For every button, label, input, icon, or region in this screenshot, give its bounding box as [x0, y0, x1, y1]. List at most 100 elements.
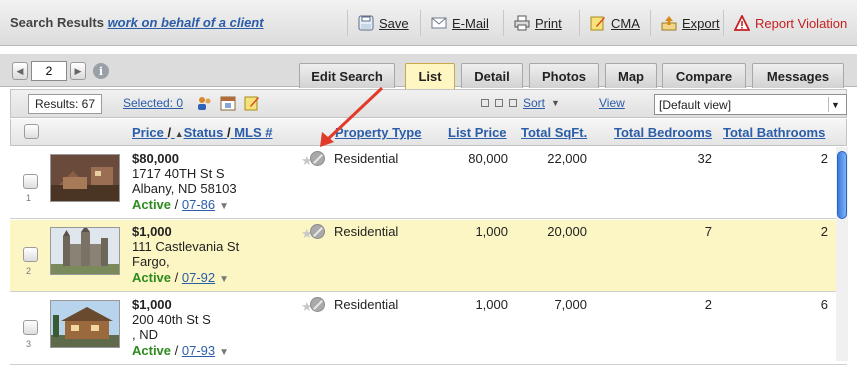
nav-strip: ◀ ▶ i Edit Search List Detail Photos Map… [0, 54, 857, 89]
title-link[interactable]: work on behalf of a client [108, 15, 264, 30]
next-page-button[interactable]: ▶ [70, 62, 86, 80]
view-link[interactable]: View [599, 96, 625, 110]
tab-edit-search[interactable]: Edit Search [299, 63, 395, 88]
table-header: Price / ▲Status / MLS # Property Type Li… [10, 119, 847, 146]
sort-dropdown-icon[interactable]: ▼ [551, 98, 560, 108]
sort-total-bedrooms-link[interactable]: Total Bedrooms [614, 125, 712, 140]
total-bedrooms: 7 [704, 224, 712, 239]
report-violation-label: Report Violation [755, 15, 848, 31]
view-select[interactable]: [Default view] ▼ [654, 94, 847, 115]
property-type: Residential [334, 224, 399, 239]
scrollbar-thumb[interactable] [837, 151, 847, 219]
selected-link[interactable]: Selected: 0 [123, 96, 183, 110]
tab-photos[interactable]: Photos [529, 63, 599, 88]
sort-price-link[interactable]: Price [132, 125, 164, 140]
sort-control[interactable]: Sort ▼ [481, 96, 560, 110]
row-checkbox[interactable] [23, 320, 38, 335]
list-price: 1,000 [475, 224, 508, 239]
listing-price: $1,000 [132, 224, 172, 239]
total-bedrooms: 32 [697, 151, 712, 166]
edit-note-icon[interactable] [244, 95, 260, 111]
cma-button[interactable]: CMA [579, 10, 640, 36]
hide-listing-icon[interactable] [310, 224, 325, 239]
listing-photo[interactable] [50, 300, 120, 348]
property-type: Residential [334, 297, 399, 312]
save-button[interactable]: Save [347, 10, 409, 36]
total-sqft: 7,000 [554, 297, 587, 312]
sort-property-type-link[interactable]: Property Type [335, 125, 421, 140]
status-badge: Active [132, 343, 172, 358]
chevron-down-icon[interactable]: ▼ [219, 201, 229, 212]
total-bathrooms: 2 [820, 224, 828, 239]
mls-link[interactable]: 07-93 [182, 343, 215, 358]
grid-icon[interactable] [495, 99, 503, 107]
hide-listing-icon[interactable] [310, 297, 325, 312]
mls-link[interactable]: 07-86 [182, 197, 215, 212]
total-bedrooms: 2 [704, 297, 712, 312]
tab-compare[interactable]: Compare [662, 63, 746, 88]
results-header: Search Results work on behalf of a clien… [0, 0, 857, 46]
sort-mls-link[interactable]: MLS # [234, 125, 272, 140]
total-sqft: 20,000 [547, 224, 587, 239]
results-icons [196, 95, 260, 111]
row-number: 3 [26, 339, 32, 349]
status-badge: Active [132, 197, 172, 212]
sort-total-bathrooms-link[interactable]: Total Bathrooms [723, 125, 825, 140]
expand-icon[interactable] [509, 99, 517, 107]
sort-total-sqft-link[interactable]: Total SqFt. [521, 125, 587, 140]
tab-label: Detail [474, 68, 510, 84]
chevron-down-icon[interactable]: ▼ [219, 347, 229, 358]
collapse-icon[interactable] [481, 99, 489, 107]
cma-edit-icon [590, 15, 606, 31]
total-bathrooms: 2 [820, 151, 828, 166]
print-button[interactable]: Print [503, 10, 562, 36]
info-icon[interactable]: i [93, 63, 109, 79]
export-button[interactable]: Export [650, 10, 720, 36]
listing-status: Active / 07-86 ▼ [132, 197, 230, 212]
table-row[interactable]: 1 $80,000 1717 40TH St S Albany, ND 58103… [10, 147, 847, 219]
list-price: 1,000 [475, 297, 508, 312]
tab-label: List [418, 69, 442, 84]
total-bathrooms: 6 [820, 297, 828, 312]
address-line-1: 1717 40TH St S [132, 166, 225, 181]
tab-detail[interactable]: Detail [461, 63, 523, 88]
mls-link[interactable]: 07-92 [182, 270, 215, 285]
vertical-scrollbar[interactable] [836, 147, 848, 361]
pager: ◀ ▶ i [12, 61, 109, 81]
export-label: Export [682, 15, 720, 31]
sort-link[interactable]: Sort [523, 96, 545, 110]
listing-photo[interactable] [50, 154, 120, 202]
prev-page-button[interactable]: ◀ [12, 62, 28, 80]
results-toolbar: Results: 67 Selected: 0 Sort ▼ View [Defa… [10, 89, 847, 118]
row-checkbox[interactable] [23, 174, 38, 189]
row-number: 2 [26, 266, 32, 276]
listing-photo[interactable] [50, 227, 120, 275]
tab-map[interactable]: Map [605, 63, 657, 88]
save-label: Save [379, 15, 409, 31]
cma-label: CMA [611, 15, 640, 31]
sort-list-price-link[interactable]: List Price [448, 125, 507, 140]
table-row[interactable]: 2 $1,000 111 Castlevania St Fargo, Active… [10, 220, 847, 292]
listing-price: $1,000 [132, 297, 172, 312]
page-number-input[interactable] [31, 61, 67, 81]
listing-address: 1717 40TH St S Albany, ND 58103 [132, 166, 237, 196]
tab-list[interactable]: List [405, 63, 455, 89]
chevron-down-icon[interactable]: ▼ [219, 274, 229, 285]
status-badge: Active [132, 270, 172, 285]
hide-listing-icon[interactable] [310, 151, 325, 166]
tab-label: Messages [766, 68, 830, 84]
property-type: Residential [334, 151, 399, 166]
tab-messages[interactable]: Messages [752, 63, 844, 88]
email-button[interactable]: E-Mail [420, 10, 489, 36]
address-line-2: , ND [132, 327, 158, 342]
address-line-1: 111 Castlevania St [132, 239, 240, 254]
people-icon[interactable] [196, 95, 212, 111]
total-sqft: 22,000 [547, 151, 587, 166]
sort-status-link[interactable]: Status [184, 125, 224, 140]
row-checkbox[interactable] [23, 247, 38, 262]
table-row[interactable]: 3 $1,000 200 40th St S, ND Active / 07-9… [10, 293, 847, 365]
report-violation-button[interactable]: Report Violation [723, 10, 847, 36]
select-all-checkbox[interactable] [24, 124, 39, 139]
listing-address: 200 40th St S, ND [132, 312, 211, 342]
calendar-icon[interactable] [220, 95, 236, 111]
